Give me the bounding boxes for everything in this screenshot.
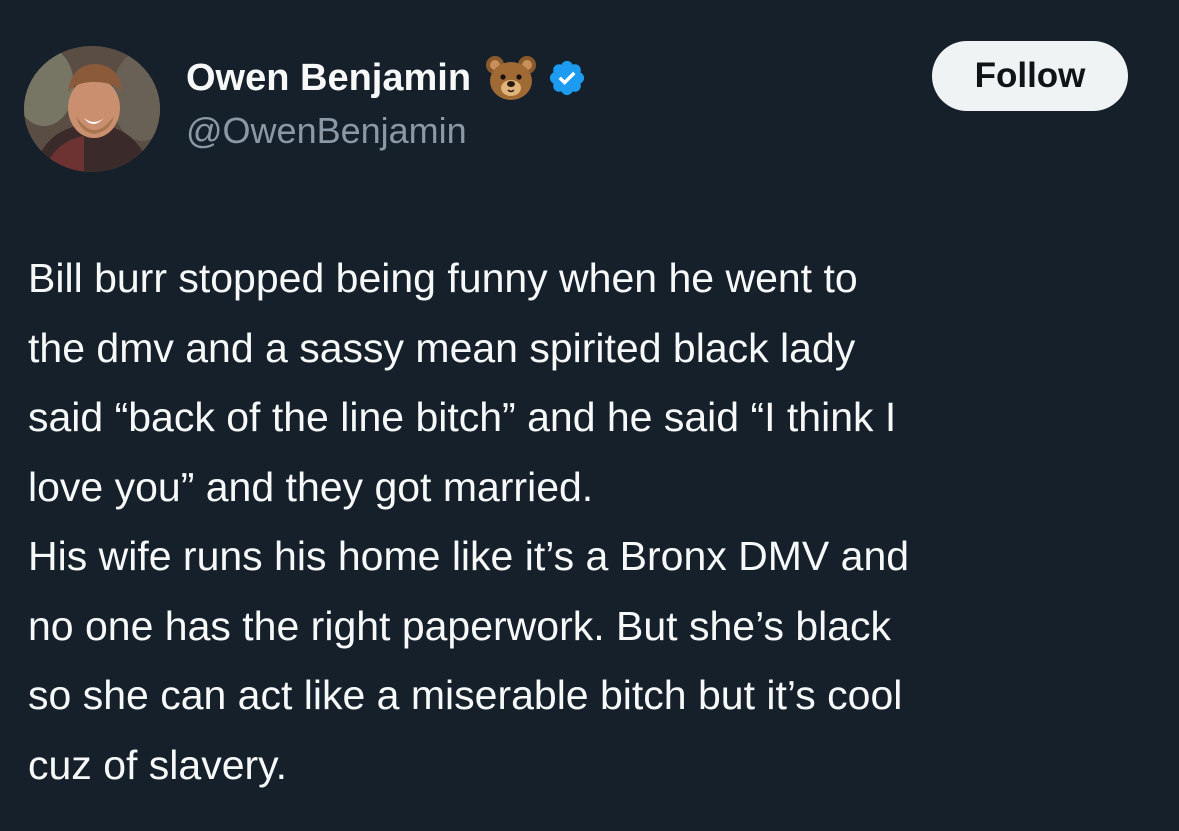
avatar[interactable] bbox=[24, 46, 160, 172]
author-name-row: Owen Benjamin bbox=[186, 52, 587, 104]
avatar-photo bbox=[24, 46, 160, 172]
tweet-text: Bill burr stopped being funny when he we… bbox=[28, 244, 1158, 800]
author-handle[interactable]: @OwenBenjamin bbox=[186, 110, 467, 152]
tweet-card: Owen Benjamin @OwenBenjamin Follow Bill … bbox=[0, 0, 1179, 831]
follow-button[interactable]: Follow bbox=[932, 41, 1128, 111]
tweet-paragraph: His wife runs his home like it’s a Bronx… bbox=[28, 533, 910, 788]
author-display-name[interactable]: Owen Benjamin bbox=[186, 57, 471, 100]
verified-badge-icon[interactable] bbox=[547, 58, 587, 98]
tweet-paragraph: Bill burr stopped being funny when he we… bbox=[28, 255, 897, 510]
bear-face-icon bbox=[485, 55, 537, 101]
